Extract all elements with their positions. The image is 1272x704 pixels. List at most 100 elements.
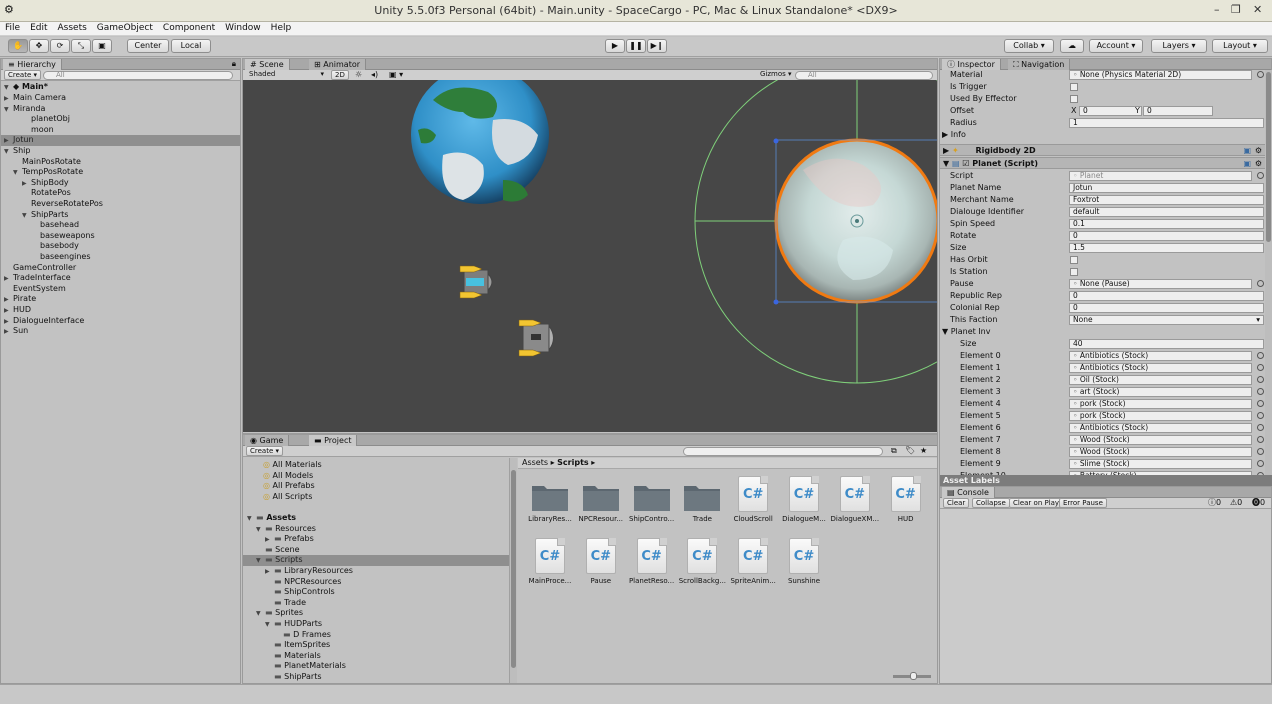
menu-item-edit[interactable]: Edit bbox=[25, 22, 52, 33]
hierarchy-create-dropdown[interactable]: Create ▾ bbox=[4, 70, 42, 80]
folder-tree-item[interactable]: ▬ Trade bbox=[243, 598, 509, 609]
text-field[interactable]: Foxtrot bbox=[1069, 195, 1264, 205]
help-icon[interactable]: ▣ bbox=[1243, 158, 1251, 169]
hierarchy-item[interactable]: GameController bbox=[1, 263, 240, 274]
text-field[interactable]: 0.1 bbox=[1069, 219, 1264, 229]
asset-labels-bar[interactable]: Asset Labels bbox=[940, 475, 1272, 486]
console-collapse-button[interactable]: Collapse bbox=[972, 498, 1010, 508]
hierarchy-item[interactable]: ▶ Sun bbox=[1, 326, 240, 337]
favorite-item[interactable]: ◎ All Models bbox=[243, 471, 509, 482]
object-field[interactable]: ◦ None (Physics Material 2D) bbox=[1069, 70, 1252, 80]
help-icon[interactable]: ▣ bbox=[1243, 145, 1251, 156]
collab-button[interactable]: Collab ▾ bbox=[1004, 39, 1054, 53]
favorite-item[interactable]: ◎ All Prefabs bbox=[243, 481, 509, 492]
text-field[interactable]: 0 bbox=[1069, 291, 1264, 301]
scene-root[interactable]: ▼ ◆ Main* bbox=[1, 82, 240, 93]
script-asset[interactable]: C# Pause bbox=[575, 532, 627, 592]
script-asset[interactable]: C# PlanetReso... bbox=[626, 532, 678, 592]
checkbox[interactable] bbox=[1070, 95, 1078, 103]
cloud-button[interactable]: ☁ bbox=[1060, 39, 1084, 53]
move-tool-button[interactable]: ✥ bbox=[29, 39, 49, 53]
favorite-item[interactable]: ◎ All Scripts bbox=[243, 492, 509, 503]
hierarchy-item[interactable]: ▼ TempPosRotate bbox=[1, 167, 240, 178]
console-clear-button[interactable]: Clear bbox=[943, 498, 970, 508]
object-picker-icon[interactable] bbox=[1257, 352, 1264, 359]
element-object-field[interactable]: ◦ Antibiotics (Stock) bbox=[1069, 423, 1252, 433]
object-picker-icon[interactable] bbox=[1257, 424, 1264, 431]
chevron-right-icon[interactable]: ▶ bbox=[265, 567, 274, 577]
hierarchy-item[interactable]: RotatePos bbox=[1, 188, 240, 199]
chevron-down-icon[interactable]: ▼ bbox=[4, 105, 13, 115]
scale-tool-button[interactable]: ⤡ bbox=[71, 39, 91, 53]
script-asset[interactable]: C# MainProce... bbox=[524, 532, 576, 592]
layers-button[interactable]: Layers ▾ bbox=[1151, 39, 1207, 53]
rotate-tool-button[interactable]: ⟳ bbox=[50, 39, 70, 53]
object-picker-icon[interactable] bbox=[1257, 172, 1264, 179]
folder-tree-item[interactable]: ▬ Scene bbox=[243, 545, 509, 556]
element-object-field[interactable]: ◦ Oil (Stock) bbox=[1069, 375, 1252, 385]
error-count-icon[interactable]: ⓿0 bbox=[1252, 498, 1265, 508]
checkbox[interactable] bbox=[1070, 268, 1078, 276]
planet-script-header[interactable]: ▼ ▤ ☑ Planet (Script) ⚙ ▣ bbox=[940, 157, 1265, 169]
folder-asset[interactable]: Trade bbox=[676, 470, 728, 530]
object-picker-icon[interactable] bbox=[1257, 364, 1264, 371]
tab-game[interactable]: ◉ Game bbox=[245, 435, 290, 446]
folder-tree-item[interactable]: ▶ ▬ Prefabs bbox=[243, 534, 509, 545]
script-asset[interactable]: C# DialogueXM... bbox=[829, 470, 881, 530]
element-object-field[interactable]: ◦ Slime (Stock) bbox=[1069, 459, 1252, 469]
chevron-down-icon[interactable]: ▼ bbox=[256, 525, 265, 535]
chevron-down-icon[interactable]: ▼ bbox=[13, 168, 22, 178]
chevron-right-icon[interactable]: ▶ bbox=[265, 535, 274, 545]
hierarchy-item[interactable]: ▼ Miranda bbox=[1, 104, 240, 115]
hierarchy-item[interactable]: ▶ Jotun bbox=[1, 135, 240, 146]
project-tree-scrollbar[interactable] bbox=[509, 458, 517, 683]
text-field[interactable]: 1.5 bbox=[1069, 243, 1264, 253]
text-field[interactable]: default bbox=[1069, 207, 1264, 217]
script-asset[interactable]: C# DialogueM... bbox=[778, 470, 830, 530]
folder-tree-item[interactable]: ▼ ▬ Resources bbox=[243, 524, 509, 535]
step-button[interactable]: ▶❙ bbox=[647, 39, 667, 53]
project-search-input[interactable] bbox=[683, 447, 883, 456]
folder-tree-item[interactable]: ▶ ▬ LibraryResources bbox=[243, 566, 509, 577]
enum-dropdown[interactable]: None ▾ bbox=[1069, 315, 1264, 325]
checkbox[interactable] bbox=[1070, 256, 1078, 264]
element-object-field[interactable]: ◦ Wood (Stock) bbox=[1069, 435, 1252, 445]
script-asset[interactable]: C# CloudScroll bbox=[727, 470, 779, 530]
menu-item-window[interactable]: Window bbox=[220, 22, 266, 33]
chevron-down-icon[interactable]: ▼ bbox=[256, 556, 265, 566]
object-picker-icon[interactable] bbox=[1257, 460, 1264, 467]
tab-console[interactable]: ▤ Console bbox=[942, 487, 995, 498]
inspector-scrollbar[interactable] bbox=[1265, 70, 1272, 476]
tab-hierarchy[interactable]: ≡ Hierarchy bbox=[3, 59, 62, 70]
lighting-icon[interactable]: ☼ bbox=[355, 70, 362, 80]
radius-field[interactable]: 1 bbox=[1069, 118, 1264, 128]
toggle-2d-button[interactable]: 2D bbox=[331, 70, 349, 80]
hierarchy-item[interactable]: ▶ TradeInterface bbox=[1, 273, 240, 284]
folder-tree-item[interactable]: ▬ ShipParts bbox=[243, 672, 509, 683]
image-effects-icon[interactable]: ▣ ▾ bbox=[389, 70, 403, 80]
chevron-down-icon[interactable]: ▼ bbox=[22, 211, 31, 221]
info-foldout[interactable]: ▶ Info bbox=[942, 130, 966, 140]
menu-item-component[interactable]: Component bbox=[158, 22, 220, 33]
hand-tool-button[interactable]: ✋ bbox=[8, 39, 28, 53]
element-object-field[interactable]: ◦ Antibiotics (Stock) bbox=[1069, 363, 1252, 373]
gear-icon[interactable]: ⚙ bbox=[1255, 158, 1262, 169]
object-picker-icon[interactable] bbox=[1257, 400, 1264, 407]
gizmos-dropdown[interactable]: Gizmos ▾ bbox=[757, 70, 795, 80]
breadcrumb-assets[interactable]: Assets bbox=[522, 458, 548, 467]
folder-asset[interactable]: ShipContro... bbox=[626, 470, 678, 530]
folder-tree-item[interactable]: ▬ ItemSprites bbox=[243, 640, 509, 651]
text-field[interactable]: Jotun bbox=[1069, 183, 1264, 193]
warning-count-icon[interactable]: ⚠0 bbox=[1230, 498, 1242, 508]
script-asset[interactable]: C# Sunshine bbox=[778, 532, 830, 592]
planet-miranda[interactable] bbox=[411, 80, 549, 204]
favorite-star-icon[interactable]: ★ bbox=[920, 446, 927, 456]
tab-scene[interactable]: # Scene bbox=[245, 59, 290, 70]
folder-asset[interactable]: LibraryRes... bbox=[524, 470, 576, 530]
inv-size-field[interactable]: 40 bbox=[1069, 339, 1264, 349]
info-count-icon[interactable]: ⓘ0 bbox=[1208, 498, 1221, 508]
rigidbody-header[interactable]: ▶ ✦ Rigidbody 2D ⚙ ▣ bbox=[940, 144, 1265, 156]
chevron-down-icon[interactable]: ▼ bbox=[247, 514, 256, 524]
chevron-right-icon[interactable]: ▶ bbox=[4, 317, 13, 327]
folder-tree-item[interactable]: ▬ Materials bbox=[243, 651, 509, 662]
